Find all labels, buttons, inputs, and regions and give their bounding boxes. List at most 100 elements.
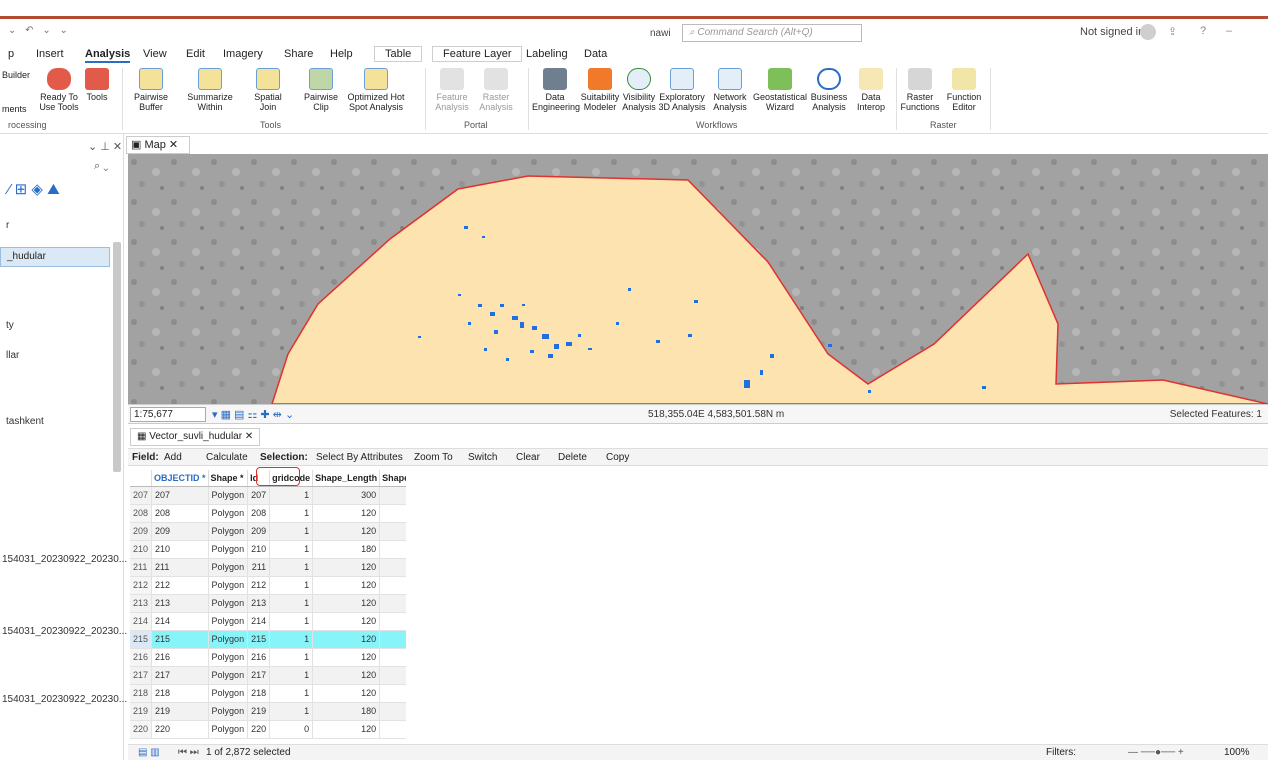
table-row[interactable]: 212212Polygon2121120900 <box>130 576 406 595</box>
gridcode-cell[interactable]: 0 <box>269 720 314 739</box>
objectid-cell[interactable]: 217 <box>151 666 209 685</box>
builder-partial-label[interactable]: Builder <box>2 70 30 80</box>
table-row[interactable]: 213213Polygon2131120900 <box>130 594 406 613</box>
shape-cell[interactable]: Polygon <box>208 720 249 739</box>
shape-cell[interactable]: Polygon <box>208 504 249 523</box>
selected-features-count[interactable]: Selected Features: 1 <box>1170 409 1262 420</box>
shape-area-cell[interactable]: 900 <box>379 594 406 613</box>
switch-button[interactable]: Switch <box>468 452 497 463</box>
close-icon[interactable]: ✕ <box>166 139 178 151</box>
shape-length-cell[interactable]: 120 <box>312 558 381 577</box>
gridcode-cell[interactable]: 1 <box>269 612 314 631</box>
gridcode-cell[interactable]: 1 <box>269 576 314 595</box>
shape-cell[interactable]: Polygon <box>208 684 249 703</box>
table-row[interactable]: 220220Polygon2200120900 <box>130 720 406 739</box>
sign-in-status[interactable]: Not signed in <box>1080 26 1144 38</box>
gridcode-cell[interactable]: 1 <box>269 666 314 685</box>
exploratory-3d-analysis-button[interactable]: Exploratory 3D Analysis <box>658 68 706 112</box>
close-icon[interactable]: ✕ <box>242 431 253 442</box>
id-cell[interactable]: 215 <box>247 630 271 649</box>
add-field-button[interactable]: Add <box>164 452 182 463</box>
scale-selector[interactable]: 1:75,677 <box>130 407 206 422</box>
contents-item[interactable]: ty <box>6 320 14 331</box>
row-number-cell[interactable]: 218 <box>130 684 153 703</box>
map-view[interactable] <box>128 154 1268 404</box>
shape-cell[interactable]: Polygon <box>208 630 249 649</box>
raster-functions-button[interactable]: Raster Functions <box>900 68 940 112</box>
ready-to-use-tools-button[interactable]: Ready To Use Tools <box>38 68 80 112</box>
tab-table[interactable]: Table <box>374 46 423 62</box>
id-cell[interactable]: 210 <box>247 540 271 559</box>
select-by-attributes-button[interactable]: Select By Attributes <box>316 452 403 463</box>
shape-cell[interactable]: Polygon <box>208 540 249 559</box>
zoom-to-button[interactable]: Zoom To <box>414 452 453 463</box>
gridcode-cell[interactable]: 1 <box>269 504 314 523</box>
table-row[interactable]: 219219Polygon21911801800 <box>130 702 406 721</box>
contents-scrollbar[interactable] <box>113 242 121 472</box>
row-number-cell[interactable]: 207 <box>130 486 153 505</box>
avatar[interactable] <box>1140 24 1156 40</box>
id-cell[interactable]: 217 <box>247 666 271 685</box>
shape-cell[interactable]: Polygon <box>208 576 249 595</box>
contents-item[interactable]: llar <box>6 350 19 361</box>
gridcode-cell[interactable]: 1 <box>269 486 314 505</box>
shape-area-cell[interactable]: 900 <box>379 522 406 541</box>
gridcode-cell[interactable]: 1 <box>269 522 314 541</box>
zoom-percent[interactable]: 100% <box>1224 747 1250 758</box>
shape-area-cell[interactable]: 900 <box>379 504 406 523</box>
shape-length-cell[interactable]: 300 <box>312 486 381 505</box>
id-cell[interactable]: 218 <box>247 684 271 703</box>
shape-length-cell[interactable]: 120 <box>312 648 381 667</box>
shape-length-cell[interactable]: 120 <box>312 504 381 523</box>
tab-feature-layer[interactable]: Feature Layer <box>432 46 523 62</box>
suitability-modeler-button[interactable]: Suitability Modeler <box>580 68 620 112</box>
feature-analysis-button[interactable]: Feature Analysis <box>432 68 472 112</box>
contents-item[interactable]: r <box>6 220 9 231</box>
shape-cell[interactable]: Polygon <box>208 486 249 505</box>
row-number-cell[interactable]: 213 <box>130 594 153 613</box>
shape-length-cell[interactable]: 120 <box>312 720 381 739</box>
objectid-cell[interactable]: 218 <box>151 684 209 703</box>
shape-cell[interactable]: Polygon <box>208 594 249 613</box>
zoom-slider[interactable]: — ──●── + <box>1128 747 1184 758</box>
contents-item[interactable]: tashkent <box>6 416 44 427</box>
shape-area-cell[interactable]: 900 <box>379 630 406 649</box>
row-number-cell[interactable]: 214 <box>130 612 153 631</box>
geostatistical-wizard-button[interactable]: Geostatistical Wizard <box>752 68 808 112</box>
row-number-cell[interactable]: 208 <box>130 504 153 523</box>
shape-length-cell[interactable]: 120 <box>312 594 381 613</box>
row-number-cell[interactable]: 220 <box>130 720 153 739</box>
gridcode-cell[interactable]: 1 <box>269 540 314 559</box>
raster-analysis-button[interactable]: Raster Analysis <box>476 68 516 112</box>
shape-length-cell[interactable]: 120 <box>312 630 381 649</box>
id-cell[interactable]: 207 <box>247 486 271 505</box>
search-icon[interactable]: ⌕ ⌄ <box>94 160 108 173</box>
tab-insert[interactable]: Insert <box>36 48 64 60</box>
objectid-cell[interactable]: 216 <box>151 648 209 667</box>
row-number-cell[interactable]: 217 <box>130 666 153 685</box>
tab-edit[interactable]: Edit <box>186 48 205 60</box>
column-header[interactable]: OBJECTID * <box>151 470 209 487</box>
table-row[interactable]: 217217Polygon2171120900 <box>130 666 406 685</box>
shape-cell[interactable]: Polygon <box>208 666 249 685</box>
minimize-icon[interactable]: – <box>1226 25 1232 37</box>
shape-area-cell[interactable]: 1800 <box>379 702 406 721</box>
shape-cell[interactable]: Polygon <box>208 522 249 541</box>
shape-length-cell[interactable]: 120 <box>312 612 381 631</box>
shape-length-cell[interactable]: 120 <box>312 684 381 703</box>
gridcode-cell[interactable]: 1 <box>269 648 314 667</box>
objectid-cell[interactable]: 207 <box>151 486 209 505</box>
function-editor-button[interactable]: Function Editor <box>944 68 984 112</box>
objectid-cell[interactable]: 208 <box>151 504 209 523</box>
objectid-cell[interactable]: 220 <box>151 720 209 739</box>
objectid-cell[interactable]: 210 <box>151 540 209 559</box>
tab-imagery[interactable]: Imagery <box>223 48 263 60</box>
shape-area-cell[interactable]: 900 <box>379 558 406 577</box>
data-interop-button[interactable]: Data Interop <box>850 68 892 112</box>
comments-partial-label[interactable]: ments <box>2 104 27 114</box>
coordinate-readout[interactable]: 518,355.04E 4,583,501.58N m <box>648 409 784 420</box>
pane-options-icon[interactable]: ⌄ ⊥ ✕ <box>88 140 122 153</box>
data-engineering-button[interactable]: Data Engineering <box>532 68 580 112</box>
tab-data[interactable]: Data <box>584 48 607 60</box>
shape-length-cell[interactable]: 180 <box>312 540 381 559</box>
